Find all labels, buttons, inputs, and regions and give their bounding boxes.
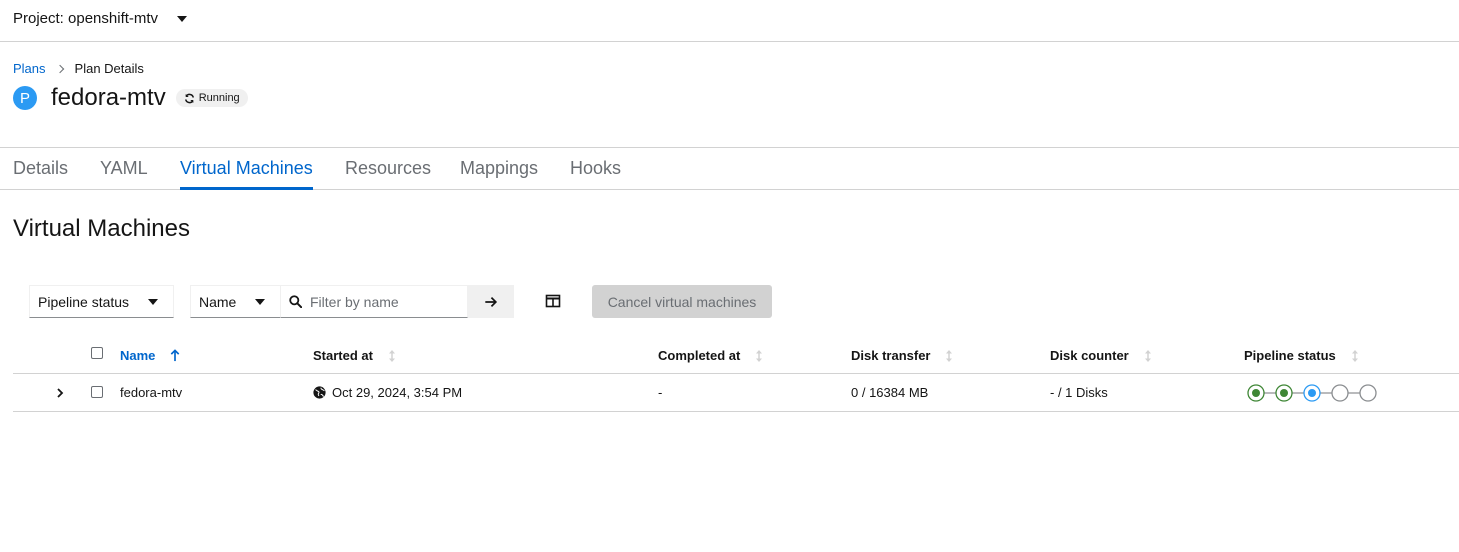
tab-virtual-machines[interactable]: Virtual Machines	[180, 158, 313, 190]
pipeline-status-indicator	[1247, 384, 1377, 402]
page-title: fedora-mtv	[51, 84, 166, 111]
disk-transfer-value: 0 / 16384 MB	[851, 385, 929, 400]
status-text: Running	[198, 92, 240, 104]
sort-icon	[756, 349, 763, 362]
table-row: fedora-mtv Oct 29, 2024, 3:54 PM - 0 / 1…	[13, 374, 1459, 412]
columns-icon[interactable]	[545, 293, 561, 309]
attribute-filter-label: Name	[199, 293, 237, 310]
disk-counter-value: - / 1 Disks	[1050, 385, 1108, 400]
page-title-row: P fedora-mtv Running	[13, 84, 248, 112]
search-submit-button[interactable]	[468, 285, 514, 318]
search-input[interactable]	[310, 293, 460, 310]
column-header-disk-transfer-label: Disk transfer	[851, 348, 931, 363]
sort-asc-icon	[171, 349, 180, 362]
sort-icon	[1351, 349, 1358, 362]
pipeline-step-pending	[1359, 384, 1377, 402]
project-label: Project: openshift-mtv	[13, 10, 159, 27]
breadcrumb-plans-link[interactable]: Plans	[13, 61, 46, 76]
column-header-disk-transfer[interactable]: Disk transfer	[851, 348, 954, 363]
column-header-started[interactable]: Started at	[313, 348, 397, 363]
arrow-right-icon	[485, 296, 498, 307]
column-header-completed-label: Completed at	[658, 348, 741, 363]
pipeline-step-pending	[1331, 384, 1349, 402]
breadcrumb: Plans Plan Details	[13, 61, 144, 76]
column-header-disk-counter-label: Disk counter	[1050, 348, 1129, 363]
completed-at-value: -	[658, 385, 663, 400]
started-at-value: Oct 29, 2024, 3:54 PM	[332, 385, 463, 400]
chevron-right-icon[interactable]	[54, 387, 66, 399]
tab-mappings[interactable]: Mappings	[460, 158, 538, 190]
caret-down-icon	[255, 299, 265, 305]
table-header: Name Started at Completed at Disk transf…	[13, 340, 1459, 374]
caret-down-icon	[148, 299, 158, 305]
column-header-pipeline-status-label: Pipeline status	[1244, 348, 1336, 363]
sync-icon	[184, 93, 194, 103]
column-header-name-label: Name	[120, 348, 156, 363]
select-all-checkbox[interactable]	[91, 347, 103, 359]
breadcrumb-current: Plan Details	[74, 61, 144, 76]
tab-yaml[interactable]: YAML	[100, 158, 148, 190]
column-header-name[interactable]: Name	[120, 348, 181, 363]
pipeline-step-dot	[1308, 389, 1316, 397]
project-selector[interactable]: Project: openshift-mtv	[13, 10, 188, 27]
section-title: Virtual Machines	[13, 215, 190, 242]
status-badge: Running	[175, 89, 248, 107]
column-header-completed[interactable]: Completed at	[658, 348, 764, 363]
pipeline-status-filter[interactable]: Pipeline status	[29, 285, 174, 318]
tab-bar: Details YAML Virtual Machines Resources …	[0, 147, 1459, 190]
sort-icon	[388, 349, 395, 362]
pipeline-step-dot	[1280, 389, 1288, 397]
vm-name: fedora-mtv	[120, 385, 183, 400]
cancel-virtual-machines-button[interactable]: Cancel virtual machines	[592, 285, 772, 318]
sort-icon	[1144, 349, 1151, 362]
tab-details[interactable]: Details	[13, 158, 68, 190]
globe-icon	[313, 386, 326, 399]
attribute-filter-select[interactable]: Name	[190, 285, 281, 318]
column-header-started-label: Started at	[313, 348, 373, 363]
column-header-disk-counter[interactable]: Disk counter	[1050, 348, 1153, 363]
plan-badge: P	[13, 86, 37, 110]
started-at-cell: Oct 29, 2024, 3:54 PM	[313, 385, 462, 400]
search-icon	[289, 295, 302, 308]
column-header-pipeline-status[interactable]: Pipeline status	[1244, 348, 1360, 363]
chevron-right-icon	[55, 64, 64, 73]
pipeline-status-filter-label: Pipeline status	[38, 293, 130, 310]
sort-icon	[946, 349, 953, 362]
row-checkbox[interactable]	[91, 386, 103, 398]
project-bar: Project: openshift-mtv	[0, 0, 1459, 42]
tab-hooks[interactable]: Hooks	[570, 158, 621, 190]
pipeline-step-dot	[1252, 389, 1260, 397]
search-box	[280, 285, 468, 318]
caret-down-icon	[177, 15, 188, 22]
tab-resources[interactable]: Resources	[345, 158, 431, 190]
